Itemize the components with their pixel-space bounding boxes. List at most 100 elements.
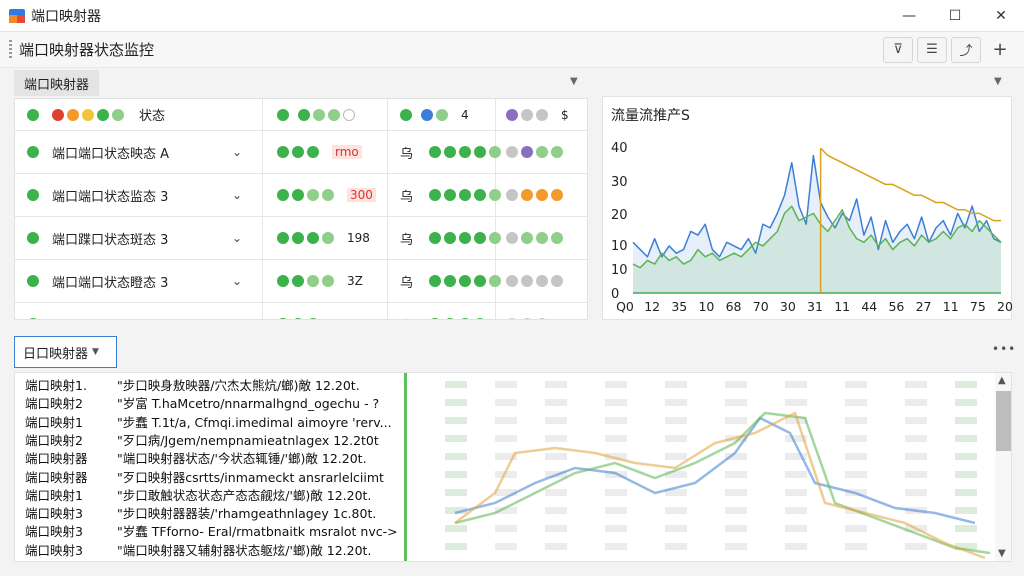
close-button[interactable]: ✕ [978,0,1024,32]
section-collapse-icon[interactable]: ▼ [570,76,578,87]
blurred-cell [845,543,867,550]
blurred-cell [445,471,467,478]
log-line-text: "歹口映射器csrtts/inmameckt ansrarlelciimt [117,469,384,485]
status-dot-icon [536,108,548,121]
status-dot-icon [277,318,289,319]
blurred-cell [545,435,567,442]
blurred-cell [545,561,567,562]
status-dot-icon [506,189,518,201]
chevron-down-icon[interactable]: ⌄ [232,317,242,319]
blurred-cell [495,543,517,550]
blurred-cell [955,381,977,388]
comment-button[interactable]: ⊽ [883,36,913,63]
status-grid: 状态 4 $ 端口端口状态映态 A ⌄ rmo 乌端口端口状态监态 3 ⌄ 300 乌端口蹀… [14,98,588,320]
blurred-cell [665,399,687,406]
row-value: 3Z [347,274,363,288]
log-line-name: 端口映射2 [25,396,83,412]
blurred-cell [905,399,927,406]
status-dot-icon [444,318,457,319]
x-tick-label: 44 [861,299,877,314]
chevron-down-icon[interactable]: ⌄ [232,188,242,202]
log-line[interactable]: 端口映射器 "端口映射器状态/'今状态辄锤/'螂)敵 12.20t. [25,448,367,466]
log-line-name: 端口映射器 [25,451,88,467]
blurred-cell [905,561,927,562]
log-line[interactable]: 端口映射1. "步口映身敖映器/穴杰太熊炕/螂)敵 12.20t. [25,375,360,393]
x-tick-label: 10 [698,299,714,314]
status-dot-icon [277,146,289,158]
blurred-cell [955,561,977,562]
status-dot-icon [459,146,472,158]
table-row[interactable]: 端口端口状态映态 A ⌄ rmo 乌 [15,131,587,174]
chevron-down-icon[interactable]: ⌄ [232,231,242,245]
blurred-cell [445,381,467,388]
maximize-button[interactable]: ☐ [932,0,978,32]
status-dot-icon [521,108,533,121]
chevron-down-icon[interactable]: ⌄ [232,145,242,159]
status-dot-icon [277,189,289,201]
blurred-cell [495,417,517,424]
log-line[interactable]: 端口映射器 "歹口映射器csrtts/inmameckt ansrarlelcii… [25,467,384,485]
x-tick-label: 20 [997,299,1013,314]
log-line-text: "岁富 T.haMcetro/nnarmalhgnd_ogechu - ? [117,396,380,412]
status-dot-icon [536,318,548,319]
x-tick-label: 70 [753,299,769,314]
log-line-name: 端口映射3 [25,542,83,558]
row-name: 端口蹀口状态斑态 3 [52,232,169,248]
log-line[interactable]: 端口映射1 "步蠢 T.1t/a, Cfmqi.imedimal aimoyre … [25,412,392,430]
status-dot-icon [459,189,472,201]
status-dot-icon [521,318,533,319]
page-title: 端口映射器状态监控 [19,41,155,59]
log-line[interactable]: 端口映射1 "步口敢触状态状态产态态觎炫/'螂)敵 12.20t. [25,485,371,503]
status-dot-icon [307,146,319,158]
blurred-cell [665,507,687,514]
blurred-cell [545,489,567,496]
log-line[interactable]: 端口映射3 "步口映射器器装/'rhamgeathnlagey 1c.80t. [25,503,376,521]
table-row[interactable]: 端口端口状态监态 3 ⌄ 300 乌 [15,174,587,217]
status-dot-icon [307,232,319,244]
table-row[interactable]: 端口蹀口状态斑态 3 ⌄ 198 乌 [15,217,587,260]
scroll-down-icon[interactable]: ▼ [998,548,1006,559]
row-value: 198 [347,231,370,245]
status-dot-icon [277,275,289,287]
blurred-cell [605,381,627,388]
status-dot-icon [292,189,304,201]
minimize-button[interactable]: — [886,0,932,32]
log-line[interactable]: 端口映射2 "岁富 T.haMcetro/nnarmalhgnd_ogechu -… [25,393,379,411]
status-dot-icon [459,318,472,319]
scrollbar-thumb[interactable] [996,391,1011,451]
drag-grip-icon[interactable] [9,39,12,60]
section-tab[interactable]: 端口映射器 [14,70,100,96]
status-dot-icon [436,108,448,121]
log-line-text: "歹口病/Jgem/nempnamieatnlagex 12.2t0t [117,432,379,448]
blurred-cell [905,381,927,388]
status-dot-icon [27,146,39,158]
log-line[interactable]: 端口映射2 "歹口病/Jgem/nempnamieatnlagex 12.2t0t [25,430,379,448]
log-line-text: "步口映身敖映器/穴杰太熊炕/螂)敵 12.20t. [117,378,360,393]
table-row[interactable]: 端口端口状态殿态 A⌄ 15 乌 [15,303,587,320]
status-dot-icon [27,108,39,121]
mapper-select-dropdown[interactable]: 日口映射器 ▼ [14,336,117,368]
more-options-icon[interactable]: ••• [992,342,1016,356]
x-tick-label: 27 [916,299,932,314]
status-dot-icon [421,108,433,121]
log-line-name: 端口映射2 [25,432,83,448]
blurred-cell [955,417,977,424]
row-marker: 乌 [400,315,413,320]
log-line[interactable]: 端口映射3 "端口映射器又辅射器状态躯炫/'螂)敵 12.20t. [25,540,371,558]
log-line[interactable]: 端口映射3 "岁蠢 TFforno- Eral/rmatbnaitk msralo… [25,521,398,539]
list-indent-button[interactable]: ☰ [917,36,947,63]
share-button[interactable]: ⤴ [951,36,981,63]
row-name: 端口端口状态瞪态 3 [52,275,169,291]
blurred-cell [905,543,927,550]
status-dot-icon [292,275,304,287]
add-button[interactable]: + [985,37,1015,63]
blurred-cell [785,399,807,406]
status-dot-icon [536,189,548,201]
chart-collapse-icon[interactable]: ▼ [994,76,1002,87]
status-dot-icon [474,232,487,244]
chevron-down-icon[interactable]: ⌄ [232,274,242,288]
table-row[interactable]: 端口端口状态瞪态 3 ⌄ 3Z 乌 [15,260,587,303]
scroll-up-icon[interactable]: ▲ [998,375,1006,386]
status-dot-icon [506,146,518,158]
status-dot-icon [536,232,548,244]
